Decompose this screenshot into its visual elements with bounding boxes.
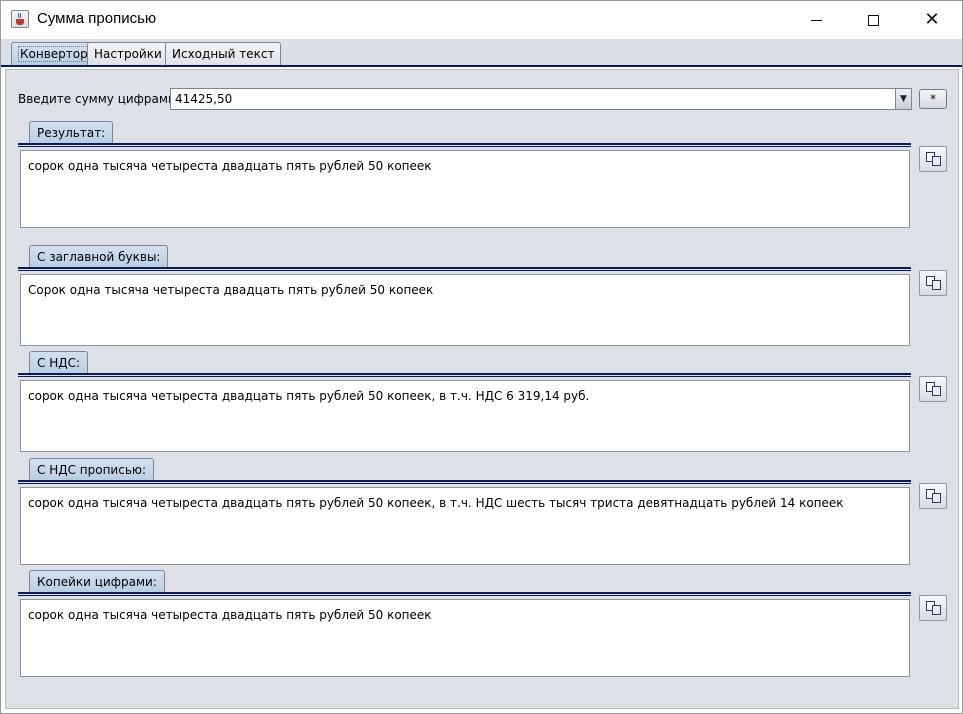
amount-label: Введите сумму цифрами: (18, 92, 180, 106)
copy-button[interactable] (919, 376, 947, 402)
minimize-button[interactable] (793, 1, 839, 39)
dropdown-button[interactable]: ▼ (895, 89, 911, 109)
star-button[interactable]: * (919, 89, 947, 109)
result-textarea[interactable]: сорок одна тысяча четыреста двадцать пят… (20, 150, 910, 228)
vat-words-textarea[interactable]: сорок одна тысяча четыреста двадцать пят… (20, 487, 910, 565)
copy-button[interactable] (919, 483, 947, 509)
capitalized-text: Сорок одна тысяча четыреста двадцать пят… (28, 283, 434, 297)
section-title: Копейки цифрами: (29, 570, 165, 593)
tab-settings[interactable]: Настройки (87, 42, 169, 65)
copy-icon (926, 276, 942, 291)
amount-input-value[interactable]: 41425,50 (175, 92, 232, 106)
section-vat-words: С НДС прописью: сорок одна тысяча четыре… (6, 458, 960, 576)
copy-icon (926, 489, 942, 504)
converter-panel: Введите сумму цифрами: 41425,50 ▼ * Резу… (5, 69, 959, 709)
kopecks-text: сорок одна тысяча четыреста двадцать пят… (28, 608, 432, 622)
section-title: С заглавной буквы: (29, 245, 169, 268)
tab-label: Конвертор (18, 46, 90, 62)
copy-icon (926, 152, 942, 167)
section-title: С НДС прописью: (29, 458, 155, 481)
chevron-down-icon: ▼ (900, 94, 907, 104)
section-capitalized: С заглавной буквы: Сорок одна тысяча чет… (6, 245, 960, 363)
section-title: Результат: (29, 121, 114, 144)
window-title: Сумма прописью (37, 10, 157, 27)
section-result: Результат: сорок одна тысяча четыреста д… (6, 121, 960, 239)
vat-text: сорок одна тысяча четыреста двадцать пят… (28, 389, 590, 403)
vat-words-text: сорок одна тысяча четыреста двадцать пят… (28, 496, 844, 510)
amount-combobox[interactable]: 41425,50 ▼ (170, 88, 912, 110)
copy-icon (926, 382, 942, 397)
result-text: сорок одна тысяча четыреста двадцать пят… (28, 159, 432, 173)
copy-button[interactable] (919, 146, 947, 172)
copy-icon (926, 601, 942, 616)
section-vat: С НДС: сорок одна тысяча четыреста двадц… (6, 351, 960, 469)
copy-button[interactable] (919, 270, 947, 296)
minimize-icon (810, 19, 822, 21)
title-bar: Сумма прописью ✕ (1, 1, 962, 39)
tab-bar: Конвертор Настройки Исходный текст (1, 39, 962, 66)
section-title: С НДС: (29, 351, 89, 374)
app-window: Сумма прописью ✕ Конвертор Настройки Исх… (0, 0, 963, 714)
tab-source-text[interactable]: Исходный текст (165, 42, 282, 65)
vat-textarea[interactable]: сорок одна тысяча четыреста двадцать пят… (20, 380, 910, 452)
java-cup-icon (11, 10, 29, 28)
close-button[interactable]: ✕ (909, 1, 955, 39)
maximize-icon (867, 14, 879, 26)
tab-label: Настройки (94, 47, 162, 61)
kopecks-textarea[interactable]: сорок одна тысяча четыреста двадцать пят… (20, 599, 910, 677)
tab-converter[interactable]: Конвертор (11, 42, 97, 65)
close-icon: ✕ (924, 9, 940, 30)
capitalized-textarea[interactable]: Сорок одна тысяча четыреста двадцать пят… (20, 274, 910, 346)
tab-label: Исходный текст (172, 47, 275, 61)
section-kopecks-digits: Копейки цифрами: сорок одна тысяча четыр… (6, 570, 960, 688)
maximize-button[interactable] (850, 1, 896, 39)
copy-button[interactable] (919, 595, 947, 621)
